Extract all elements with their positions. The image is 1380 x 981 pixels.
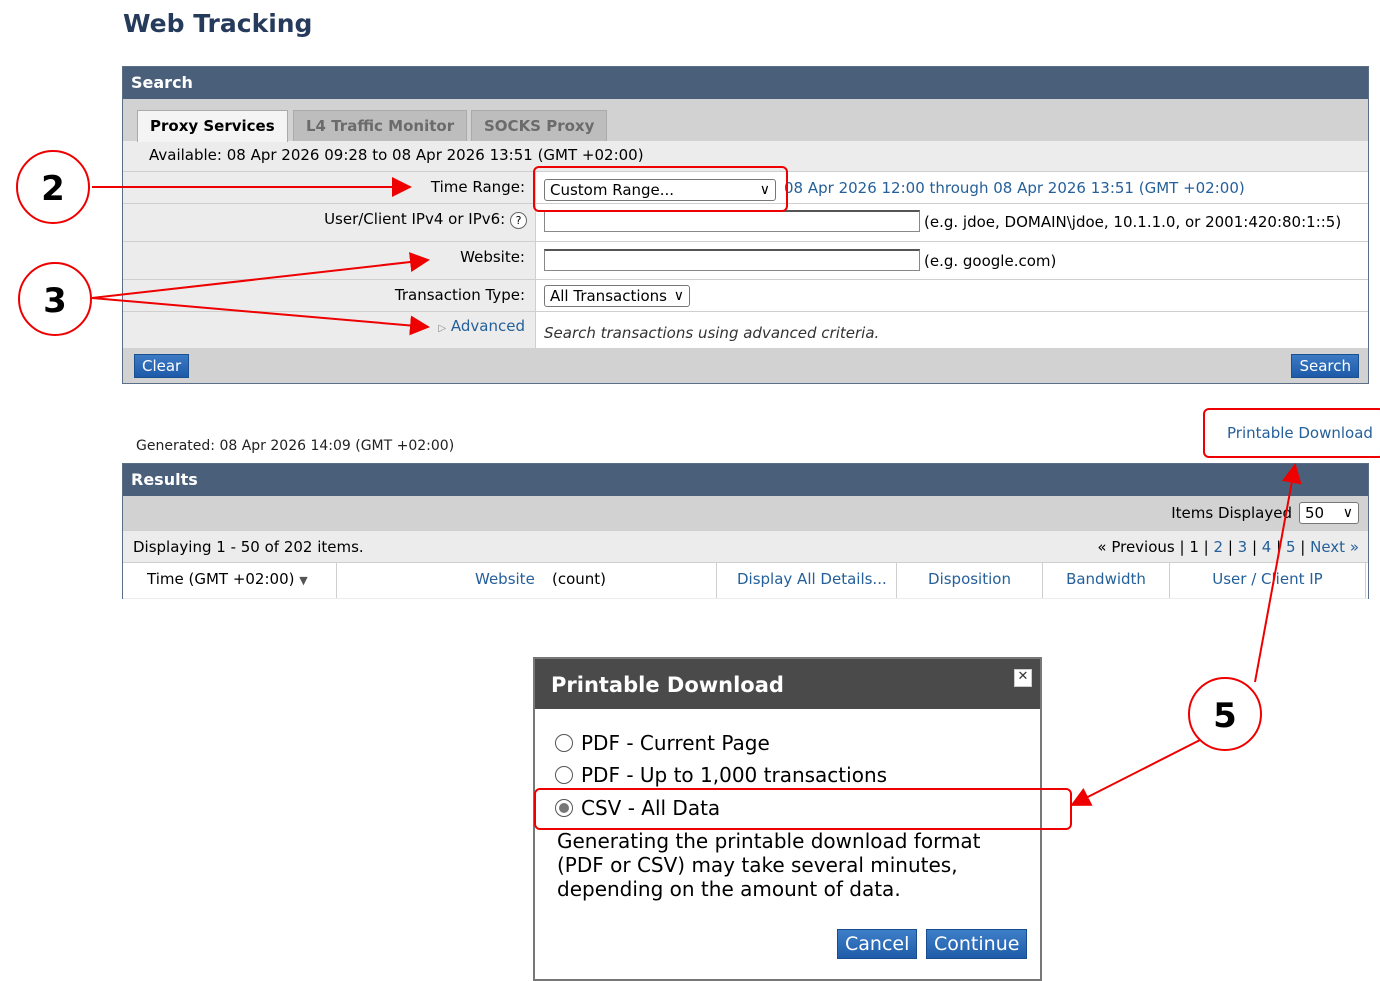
step-5-marker: 5 <box>1188 677 1262 751</box>
step-2-marker: 2 <box>16 150 90 224</box>
step-3-marker: 3 <box>18 262 92 336</box>
annotation-arrows <box>91 177 1302 806</box>
arrow-advanced <box>91 297 430 336</box>
arrow-website <box>91 252 430 299</box>
arrow-csv-option <box>1070 739 1201 806</box>
arrow-printable-download <box>1254 463 1302 683</box>
